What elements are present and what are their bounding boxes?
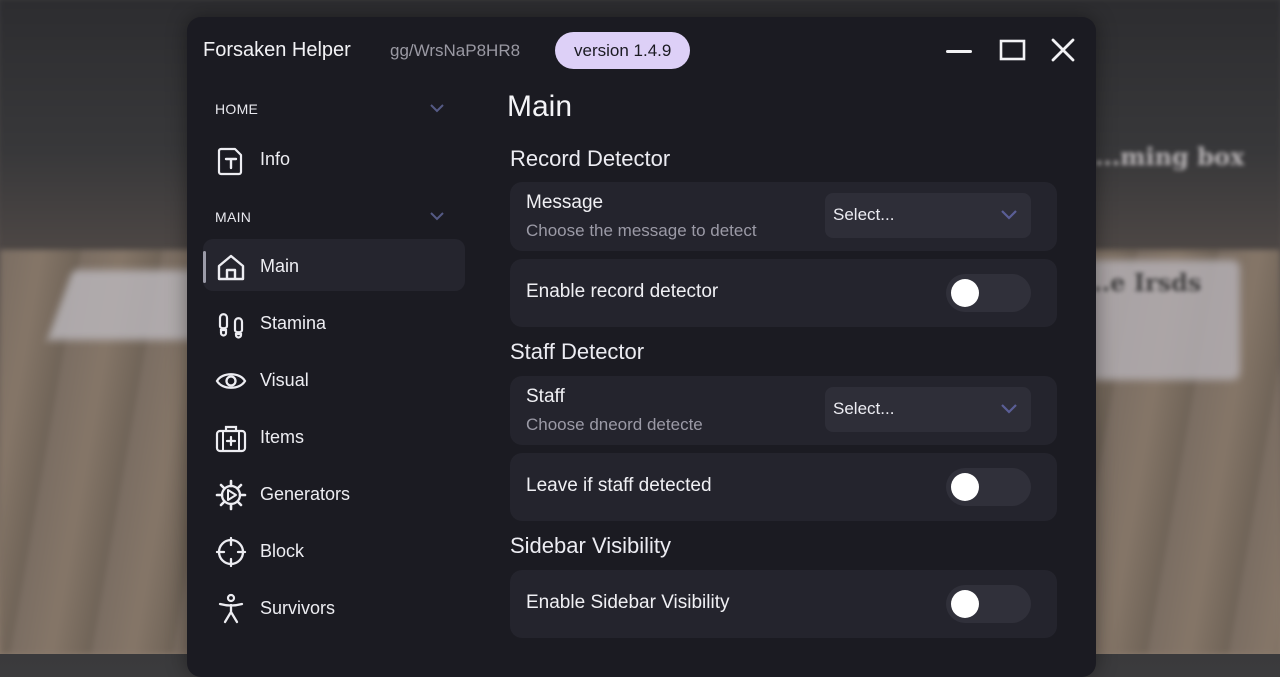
close-icon [1051,38,1075,62]
page-title: Main [507,90,573,123]
section-main-label: MAIN [215,209,252,225]
message-select[interactable]: Select... [825,193,1031,238]
row-title: Enable Sidebar Visibility [526,592,730,613]
sidebar-item-label: Main [260,256,300,276]
record-detector-toggle-row: Enable record detector [510,259,1057,327]
medkit-icon [215,425,247,453]
sidebar-item-visual[interactable]: Visual [203,353,465,405]
enable-record-detector-toggle[interactable] [946,274,1031,312]
sidebar-item-label: Visual [260,370,309,390]
sidebar: HOME Info MAIN Main Stamina Visual Items… [187,85,477,677]
sidebar-item-label: Generators [260,484,351,504]
toggle-knob [951,279,979,307]
staff-dropdown-row: Staff Choose dneord detecte Select... [510,376,1057,445]
gear-icon [215,479,247,511]
sidebar-item-label: Items [260,427,305,447]
leave-if-staff-toggle[interactable] [946,468,1031,506]
group-heading-sidebar-visibility: Sidebar Visibility [510,533,672,558]
footprints-icon [218,313,244,339]
toggle-knob [951,590,979,618]
helper-window: Forsaken Helper gg/WrsNaP8HR8 version 1.… [187,17,1096,677]
sidebar-item-generators[interactable]: Generators [203,467,465,519]
background-sign-text: ...ming box [1095,142,1245,171]
row-title: Staff [526,386,565,407]
background-sign-text: ...e Irsds [1085,268,1202,297]
enable-sidebar-visibility-toggle[interactable] [946,585,1031,623]
sidebar-item-info[interactable]: Info [203,132,465,184]
eye-icon [215,373,247,389]
leave-if-staff-toggle-row: Leave if staff detected [510,453,1057,521]
row-title: Enable record detector [526,281,719,302]
minimize-icon [946,50,972,53]
home-icon [217,254,245,281]
title-bar[interactable]: Forsaken Helper gg/WrsNaP8HR8 version 1.… [187,17,1096,85]
staff-select[interactable]: Select... [825,387,1031,432]
chevron-down-icon [1001,404,1017,414]
sidebar-item-block[interactable]: Block [203,524,465,576]
sidebar-item-items[interactable]: Items [203,410,465,462]
minimize-button[interactable] [944,37,974,65]
section-home-label: HOME [215,101,259,117]
app-title: Forsaken Helper [203,39,351,61]
chevron-down-icon[interactable] [430,212,444,222]
sidebar-item-stamina[interactable]: Stamina [203,296,465,348]
select-value: Select... [833,399,895,418]
person-icon [218,593,244,624]
select-value: Select... [833,205,895,224]
sidebar-item-main[interactable]: Main [203,239,465,291]
row-description: Choose the message to detect [526,221,757,240]
sidebar-item-label: Info [260,149,291,169]
row-title: Message [526,192,604,213]
crosshair-icon [215,536,247,568]
sidebar-item-survivors[interactable]: Survivors [203,581,465,633]
row-title: Leave if staff detected [526,475,712,496]
group-heading-record-detector: Record Detector [510,146,671,171]
sidebar-item-label: Survivors [260,598,336,618]
version-badge: version 1.4.9 [555,32,691,69]
chevron-down-icon [1001,210,1017,220]
maximize-button[interactable] [998,37,1028,65]
chevron-down-icon[interactable] [430,104,444,114]
sidebar-item-label: Block [260,541,305,561]
sidebar-item-label: Stamina [260,313,327,333]
message-dropdown-row: Message Choose the message to detect Sel… [510,182,1057,251]
info-document-icon [217,147,243,176]
sidebar-visibility-toggle-row: Enable Sidebar Visibility [510,570,1057,638]
group-heading-staff-detector: Staff Detector [510,339,645,364]
discord-invite: gg/WrsNaP8HR8 [390,41,521,60]
close-button[interactable] [1048,37,1078,65]
maximize-icon [999,39,1026,61]
row-description: Choose dneord detecte [526,415,703,434]
toggle-knob [951,473,979,501]
